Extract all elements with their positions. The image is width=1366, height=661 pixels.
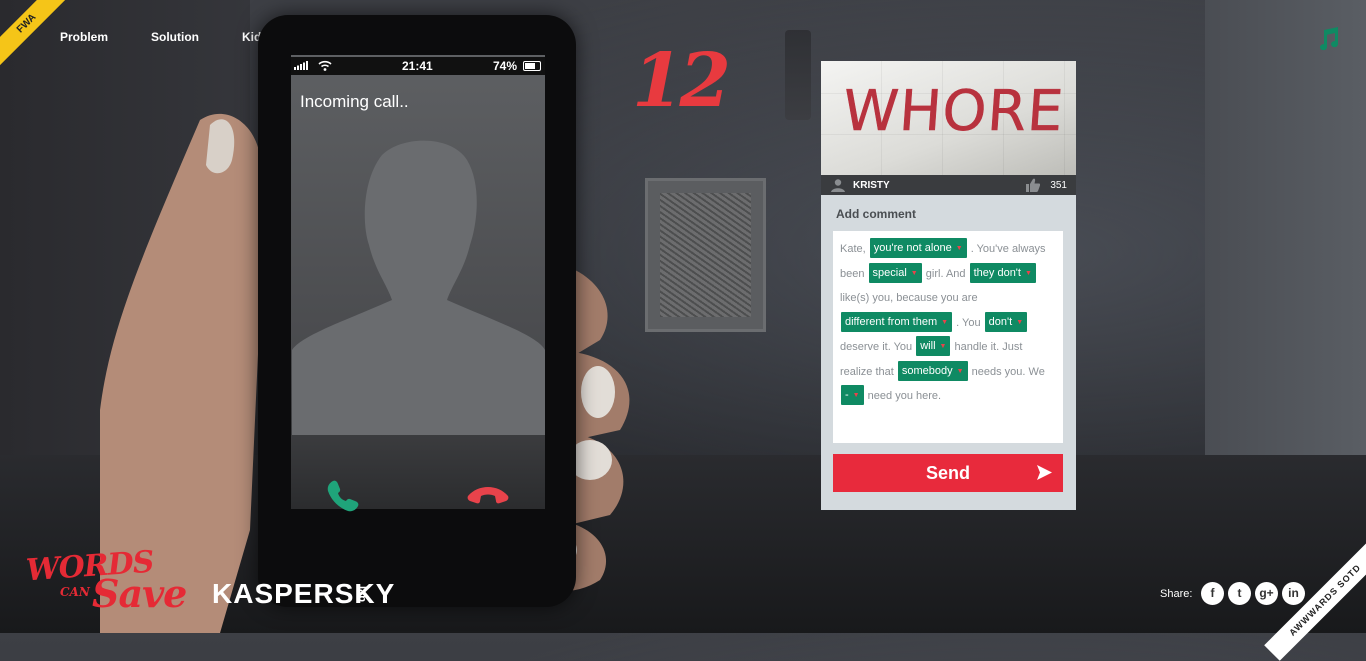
background-window [1205,0,1366,460]
facebook-icon[interactable]: f [1201,582,1224,605]
caret-down-icon: ▼ [1024,269,1032,277]
comment-text: like(s) you, because you are [840,292,978,304]
share-label: Share: [1160,588,1193,600]
caret-down-icon: ▼ [941,318,949,326]
wifi-icon [318,60,332,71]
kaspersky-lab-mark: lab [355,586,368,602]
incoming-call-label: Incoming call.. [300,92,409,111]
word-choice-label: - [845,389,849,401]
word-choice-dropdown[interactable]: - ▼ [841,385,864,405]
word-choice-label: you're not alone [873,242,952,254]
word-choice-label: will [920,340,936,352]
post-like-count: 351 [1050,180,1067,191]
word-choice-dropdown[interactable]: somebody ▼ [897,360,968,381]
twitter-icon[interactable]: t [1228,582,1251,605]
caret-down-icon: ▼ [910,269,918,277]
word-choice-dropdown[interactable]: different from them ▼ [841,311,953,332]
words-can-save-logo[interactable]: WORDS CAN Save [25,545,196,619]
comment-composer: Kate, you're not alone ▼ . You've always … [833,231,1063,443]
linkedin-icon[interactable]: in [1282,582,1305,605]
phone-time: 21:41 [402,59,433,73]
battery-icon [523,61,541,71]
phone-status-bar: 21:41 74% [291,57,545,75]
post-image-word: WHORE [840,79,1067,145]
post-author: KRISTY [853,180,890,191]
countdown-number: 12 [632,38,731,124]
word-choice-label: special [872,266,907,279]
nav-solution[interactable]: Solution [151,30,199,44]
caret-down-icon: ▼ [1016,318,1024,326]
word-choice-label: they don't [973,266,1021,279]
post-meta-bar: KRISTY 351 [821,175,1076,195]
phone-battery-level: 74% [492,59,517,73]
add-comment-heading: Add comment [836,207,917,221]
thumbs-up-icon[interactable] [1026,178,1040,192]
user-icon [831,179,845,192]
accept-call-icon[interactable] [325,478,361,514]
comment-text: needs you. We [971,365,1045,378]
caret-down-icon: ▼ [955,245,963,252]
word-choice-dropdown[interactable]: don't ▼ [984,311,1028,332]
nav-problem[interactable]: Problem [60,30,108,44]
word-choice-dropdown[interactable]: you're not alone ▼ [869,238,967,258]
caret-down-icon: ▼ [939,343,947,350]
comment-text: . You [956,316,981,329]
comment-text: need you here. [867,390,942,402]
decline-call-icon[interactable] [466,480,510,508]
logo-word-save: Save [92,571,187,616]
background-painting [645,178,766,332]
share-buttons: f t g+ in [1201,582,1305,605]
music-icon[interactable] [1316,26,1342,52]
send-arrow-icon [1037,465,1052,480]
send-button[interactable]: Send [833,454,1063,492]
caret-down-icon: ▼ [956,367,964,375]
send-button-label: Send [925,463,970,483]
post-image: WHORE [821,61,1076,175]
comment-text: deserve it. You [840,341,913,353]
comment-text: girl. And [925,267,966,280]
word-choice-dropdown[interactable]: special ▼ [868,262,922,283]
signal-icon [294,61,308,70]
comment-panel: WHORE KRISTY 351 Add comment Kate, you'r… [821,61,1076,510]
logo-word-can: CAN [60,585,90,599]
background-lamp [785,30,811,120]
word-choice-label: somebody [901,364,953,377]
caller-avatar-icon [292,140,545,435]
word-choice-label: don't [988,315,1013,328]
caret-down-icon: ▼ [852,392,860,399]
word-choice-dropdown[interactable]: they don't ▼ [969,262,1036,283]
google-plus-icon[interactable]: g+ [1255,582,1278,605]
word-choice-label: different from them [845,315,938,328]
word-choice-dropdown[interactable]: will ▼ [916,336,951,356]
comment-text: Kate, [840,243,866,255]
